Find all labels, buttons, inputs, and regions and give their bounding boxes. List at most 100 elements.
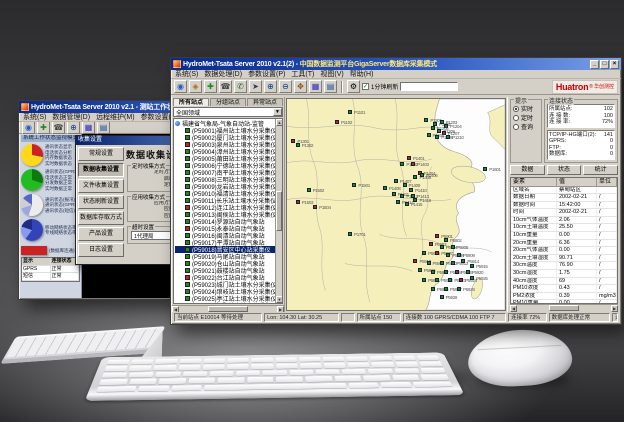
table-row[interactable]: 数据时间15:42:00/: [511, 202, 617, 210]
map-station-marker[interactable]: P1402: [400, 162, 404, 166]
refresh-icon[interactable]: ✚: [37, 121, 50, 134]
modem-icon[interactable]: ☎: [52, 121, 65, 134]
menu-item[interactable]: 帮助(H): [350, 69, 374, 79]
maximize-button[interactable]: □: [600, 60, 609, 69]
map-station-marker[interactable]: P5913: [451, 261, 455, 265]
map-station-marker[interactable]: P1411: [392, 192, 396, 196]
scroll-up-icon[interactable]: ▲: [276, 119, 283, 126]
scroll-right-icon[interactable]: ▶: [611, 305, 618, 312]
map-station-marker[interactable]: P5903: [429, 242, 433, 246]
map-station-marker[interactable]: P1403: [411, 162, 415, 166]
table-row[interactable]: 区域名蔡甸站区: [511, 187, 617, 195]
map-station-marker[interactable]: P5914: [461, 259, 465, 263]
gear-icon[interactable]: ⚙: [347, 80, 360, 93]
map-station-marker[interactable]: P5929: [440, 295, 444, 299]
table-row[interactable]: 20cm气体温度0.00/: [511, 247, 617, 255]
cursor-icon[interactable]: ➤: [249, 80, 262, 93]
map-station-marker[interactable]: P1101: [348, 110, 352, 114]
map-station-marker[interactable]: P5904: [440, 245, 444, 249]
map-station-marker[interactable]: P1503: [296, 200, 300, 204]
table-row[interactable]: 30cm湿度1.75/: [511, 270, 617, 278]
table-row[interactable]: 10cm气体温度2.06/: [511, 217, 617, 225]
dialog-nav-状态刷新设置[interactable]: 状态刷新设置: [78, 195, 124, 209]
map-station-marker[interactable]: P5920: [466, 270, 470, 274]
map-station-marker[interactable]: P5905: [451, 245, 455, 249]
map-station-marker[interactable]: P5917: [431, 270, 435, 274]
map-station-marker[interactable]: P5924: [459, 278, 463, 282]
scroll-thumb[interactable]: [549, 305, 579, 311]
refresh-checkbox[interactable]: ✓: [362, 83, 369, 90]
connect-icon[interactable]: ◉: [22, 121, 35, 134]
radio-icon[interactable]: [513, 115, 519, 121]
tab-异常站点[interactable]: 异常站点: [247, 98, 283, 106]
menu-item[interactable]: 参数设置(P): [248, 69, 285, 79]
map-station-marker[interactable]: P1302: [296, 143, 300, 147]
menu-item[interactable]: 数据管理(D): [52, 112, 90, 122]
table-row[interactable]: 40cm湿度69/: [511, 278, 617, 286]
menu-item[interactable]: 工具(T): [291, 69, 314, 79]
table-row[interactable]: 数据日期2002-02-21/: [511, 194, 617, 202]
region-combobox[interactable]: 全国领域 ▼: [173, 107, 283, 117]
table-row[interactable]: 20cm土壤湿度90.71/: [511, 255, 617, 263]
dialog-nav-日志设置[interactable]: 日志设置: [78, 243, 124, 257]
monitor-icon[interactable]: ▦: [309, 80, 322, 93]
map-station-marker[interactable]: P1201: [424, 118, 428, 122]
button-统计[interactable]: 统计: [583, 165, 618, 175]
map-station-marker[interactable]: P5919: [455, 270, 459, 274]
refresh-interval-input[interactable]: [400, 82, 458, 91]
map-station-marker[interactable]: P1208: [427, 133, 431, 137]
dialog-nav-常规设置[interactable]: 常规设置: [78, 147, 124, 161]
serial-port-icon[interactable]: ◈: [189, 80, 202, 93]
scroll-left-icon[interactable]: ◀: [510, 305, 517, 312]
map-station-marker[interactable]: P5906: [422, 251, 426, 255]
button-数据[interactable]: 数据: [510, 165, 545, 175]
map-station-marker[interactable]: P1504: [313, 205, 317, 209]
table-row[interactable]: PM10重量0.00/: [511, 300, 617, 303]
pan-icon[interactable]: ✥: [294, 80, 307, 93]
tab-所有站点[interactable]: 所有站点: [173, 98, 209, 106]
zoom-in-icon[interactable]: ⊕: [264, 80, 277, 93]
database-icon[interactable]: ▤: [97, 121, 110, 134]
dialog-nav-产品设置[interactable]: 产品设置: [78, 227, 124, 241]
monitor-icon[interactable]: ▦: [82, 121, 95, 134]
map-station-marker[interactable]: P5915: [470, 264, 474, 268]
table-row[interactable]: 时间2002-02-21/: [511, 209, 617, 217]
refresh-icon[interactable]: ✚: [204, 80, 217, 93]
button-状态[interactable]: 状态: [547, 165, 582, 175]
map-station-marker[interactable]: P5923: [448, 278, 452, 282]
map-station-marker[interactable]: P5907: [435, 251, 439, 255]
map-station-marker[interactable]: P5922: [435, 278, 439, 282]
map-station-marker[interactable]: P1502: [307, 188, 311, 192]
map-station-marker[interactable]: P1405: [413, 175, 417, 179]
connect-icon[interactable]: ◉: [174, 80, 187, 93]
table-horizontal-scrollbar[interactable]: ◀ ▶: [510, 304, 618, 311]
menu-item[interactable]: 系统(S): [23, 112, 46, 122]
tree-horizontal-scrollbar[interactable]: ◀ ▶: [172, 305, 284, 312]
map-station-marker[interactable]: P5901: [435, 234, 439, 238]
map-station-marker[interactable]: P1410: [409, 188, 413, 192]
table-row[interactable]: 10cm重量0.00/: [511, 232, 617, 240]
map-station-marker[interactable]: P1416: [413, 198, 417, 202]
map-station-marker[interactable]: P1401: [407, 156, 411, 160]
map-station-marker[interactable]: P5916: [418, 268, 422, 272]
radio-定时[interactable]: 定时: [513, 113, 539, 122]
map-station-marker[interactable]: P1210: [446, 135, 450, 139]
modem-icon[interactable]: ☎: [219, 80, 232, 93]
tree-item[interactable]: (P59026)江阴站土壤水分采集仪: [175, 302, 275, 303]
radio-icon[interactable]: [513, 124, 519, 130]
map-station-marker[interactable]: P5910: [413, 259, 417, 263]
scroll-down-icon[interactable]: ▼: [276, 296, 283, 303]
menu-item[interactable]: 系统(S): [175, 69, 198, 79]
map-station-marker[interactable]: P5918: [444, 270, 448, 274]
dialog-nav-数据收集设置[interactable]: 数据收集设置: [78, 163, 124, 177]
table-row[interactable]: PM10浓度0.43/: [511, 285, 617, 293]
map-station-marker[interactable]: P5925: [470, 276, 474, 280]
map-station-marker[interactable]: P1415: [405, 202, 409, 206]
map-station-marker[interactable]: P1406: [420, 173, 424, 177]
scroll-thumb[interactable]: [276, 191, 282, 231]
map-station-marker[interactable]: P1407: [394, 179, 398, 183]
zoom-out-icon[interactable]: ⊖: [279, 80, 292, 93]
dialog-nav-文件收集设置[interactable]: 文件收集设置: [78, 179, 124, 193]
map-station-marker[interactable]: P5921: [422, 278, 426, 282]
map-station-marker[interactable]: P5911: [427, 261, 431, 265]
